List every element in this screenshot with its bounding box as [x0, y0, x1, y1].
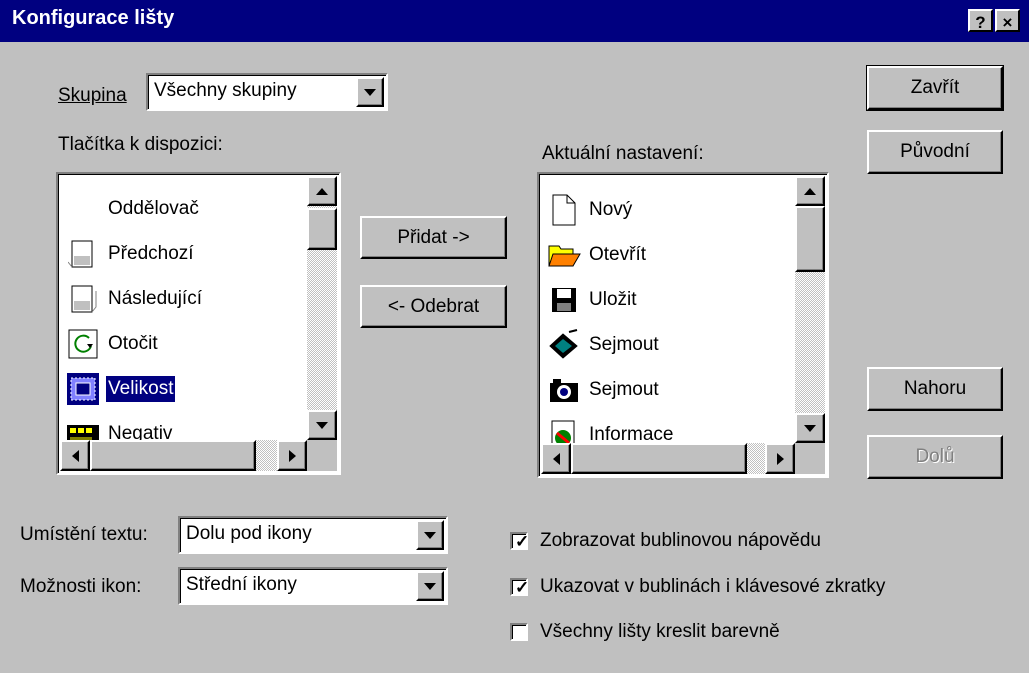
arrow-down-icon	[804, 424, 816, 432]
icon-options-label: Možnosti ikon:	[20, 576, 142, 597]
arrow-right-icon	[288, 449, 296, 462]
size-icon	[66, 372, 100, 406]
arrow-up-icon	[316, 187, 328, 195]
scroll-right-button[interactable]	[765, 443, 795, 474]
scroll-down-button[interactable]	[795, 413, 825, 443]
list-item-label: Následující	[108, 288, 202, 309]
separator-icon	[66, 192, 100, 226]
rotate-icon	[66, 327, 100, 361]
window-title: Konfigurace lišty	[12, 7, 175, 29]
list-item-label: Uložit	[589, 289, 637, 310]
list-item-selected[interactable]: Velikost	[66, 368, 177, 410]
help-button[interactable]: ?	[968, 9, 993, 32]
current-label: Aktuální nastavení:	[542, 143, 704, 164]
list-item[interactable]: Otevřít	[547, 234, 648, 276]
arrow-up-icon	[804, 187, 816, 195]
camera-icon	[547, 373, 581, 407]
hscroll-thumb[interactable]	[90, 440, 256, 471]
available-vscrollbar[interactable]	[307, 176, 337, 440]
checkbox-shortcuts-label: Ukazovat v bublinách i klávesové zkratky	[540, 576, 886, 597]
scroll-corner	[795, 443, 825, 474]
scroll-thumb[interactable]	[307, 208, 337, 250]
list-item[interactable]: Oddělovač	[66, 188, 201, 230]
list-item[interactable]: Otočit	[66, 323, 160, 365]
title-bar: Konfigurace lišty ? ×	[0, 0, 1029, 42]
icon-options-value: Střední ikony	[186, 574, 297, 595]
checkbox-tooltips-row[interactable]: ✓ Zobrazovat bublinovou nápovědu	[510, 529, 821, 553]
current-hscrollbar[interactable]	[541, 443, 795, 474]
chevron-down-icon	[424, 582, 436, 590]
arrow-left-icon	[71, 449, 79, 462]
list-item-label: Předchozí	[108, 243, 194, 264]
available-listbox[interactable]: Oddělovač Předchozí Následující Otočit V…	[56, 172, 341, 475]
move-down-button[interactable]: Dolů	[867, 435, 1003, 479]
scroll-down-button[interactable]	[307, 410, 337, 440]
close-window-button[interactable]: ×	[995, 9, 1020, 32]
list-item-label: Velikost	[104, 375, 177, 403]
scroll-up-button[interactable]	[307, 176, 337, 206]
scanner-icon	[547, 328, 581, 362]
checkbox-color-row[interactable]: Všechny lišty kreslit barevně	[510, 620, 780, 644]
chevron-down-icon	[364, 88, 376, 96]
text-position-value: Dolu pod ikony	[186, 523, 312, 544]
current-listbox[interactable]: Nový Otevřít Uložit Sejmout Sejmout Info…	[537, 172, 829, 478]
scroll-left-button[interactable]	[60, 440, 90, 471]
checkbox-color-label: Všechny lišty kreslit barevně	[540, 621, 780, 642]
scroll-up-button[interactable]	[795, 176, 825, 206]
open-folder-icon	[547, 238, 581, 272]
scroll-right-button[interactable]	[277, 440, 307, 471]
chevron-down-icon	[424, 531, 436, 539]
list-item[interactable]: Sejmout	[547, 324, 661, 366]
available-items: Oddělovač Předchozí Následující Otočit V…	[60, 176, 307, 447]
list-item-label: Oddělovač	[108, 198, 199, 219]
list-item-label: Sejmout	[589, 334, 659, 355]
scroll-corner	[307, 440, 337, 471]
list-item-label: Sejmout	[589, 379, 659, 400]
scroll-left-button[interactable]	[541, 443, 571, 474]
list-item[interactable]: Předchozí	[66, 233, 196, 275]
checkbox-shortcuts[interactable]: ✓	[510, 578, 530, 597]
next-page-icon	[66, 282, 100, 316]
checkbox-tooltips-label: Zobrazovat bublinovou nápovědu	[540, 530, 821, 551]
checkbox-color[interactable]	[510, 623, 528, 641]
text-position-combobox[interactable]: Dolu pod ikony	[178, 516, 448, 554]
previous-page-icon	[66, 237, 100, 271]
current-items: Nový Otevřít Uložit Sejmout Sejmout Info…	[541, 176, 795, 450]
group-combobox[interactable]: Všechny skupiny	[146, 73, 388, 111]
list-item-label: Otevřít	[589, 244, 647, 265]
text-position-dropdown-arrow[interactable]	[416, 520, 444, 550]
icon-options-dropdown-arrow[interactable]	[416, 571, 444, 601]
list-item[interactable]: Uložit	[547, 279, 639, 321]
remove-button[interactable]: <- Odebrat	[360, 285, 507, 328]
list-item-label: Otočit	[108, 333, 158, 354]
move-up-button[interactable]: Nahoru	[867, 367, 1003, 411]
add-button[interactable]: Přidat ->	[360, 216, 507, 259]
checkbox-tooltips[interactable]: ✓	[510, 532, 530, 551]
original-button[interactable]: Původní	[867, 130, 1003, 174]
available-label: Tlačítka k dispozici:	[58, 134, 223, 155]
arrow-right-icon	[776, 452, 784, 465]
current-vscrollbar[interactable]	[795, 176, 825, 443]
checkbox-shortcuts-row[interactable]: ✓ Ukazovat v bublinách i klávesové zkrat…	[510, 575, 885, 599]
new-document-icon	[547, 193, 581, 227]
checkmark-icon: ✓	[515, 532, 530, 551]
available-hscrollbar[interactable]	[60, 440, 307, 471]
list-item[interactable]: Sejmout	[547, 369, 661, 411]
group-label: Skupina	[58, 85, 127, 107]
list-item-label: Nový	[589, 199, 633, 220]
checkmark-icon: ✓	[515, 578, 530, 597]
scroll-thumb[interactable]	[795, 206, 825, 272]
group-label-text: Skupina	[58, 85, 127, 106]
list-item[interactable]: Nový	[547, 189, 634, 231]
arrow-down-icon	[316, 421, 328, 429]
group-value: Všechny skupiny	[154, 80, 297, 101]
list-item[interactable]: Následující	[66, 278, 204, 320]
group-dropdown-arrow[interactable]	[356, 77, 384, 107]
close-button[interactable]: Zavřít	[866, 65, 1004, 111]
icon-options-combobox[interactable]: Střední ikony	[178, 567, 448, 605]
save-disk-icon	[547, 283, 581, 317]
text-position-label: Umístění textu:	[20, 524, 148, 545]
arrow-left-icon	[552, 452, 560, 465]
hscroll-thumb[interactable]	[571, 443, 747, 474]
